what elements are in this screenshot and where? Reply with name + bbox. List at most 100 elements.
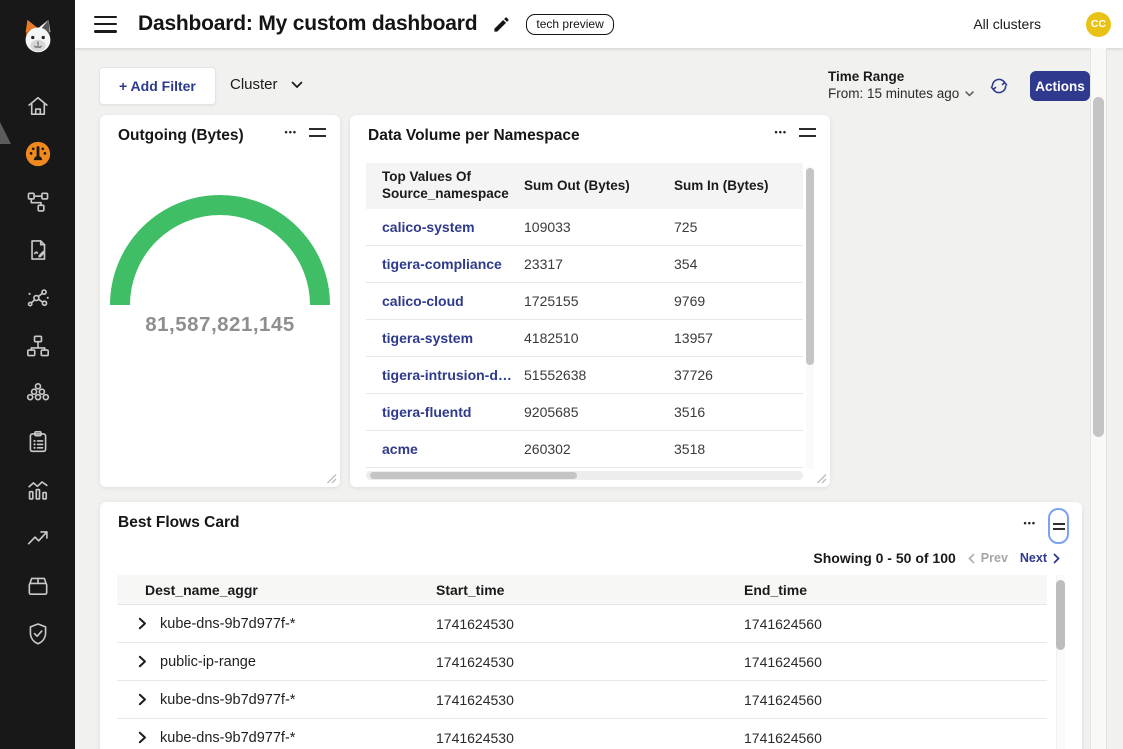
pagination-summary: Showing 0 - 50 of 100 bbox=[813, 550, 955, 566]
network-tree-icon bbox=[25, 333, 51, 359]
dest-name: kube-dns-9b7d977f-* bbox=[160, 616, 295, 632]
resize-handle-icon[interactable] bbox=[326, 473, 337, 484]
refresh-button[interactable] bbox=[989, 76, 1009, 96]
table-header-row: Top Values Of Source_namespace Sum Out (… bbox=[366, 163, 803, 209]
table-header-row: Dest_name_aggr Start_time End_time bbox=[117, 575, 1047, 605]
sidebar-item-compliance[interactable] bbox=[0, 418, 75, 466]
sidebar-item-image-assurance[interactable] bbox=[0, 562, 75, 610]
column-header: Sum In (Bytes) bbox=[674, 178, 803, 195]
time-range-dropdown[interactable]: From: 15 minutes ago bbox=[828, 86, 974, 101]
sidebar-item-timeline[interactable] bbox=[0, 514, 75, 562]
sidebar-item-policies[interactable] bbox=[0, 226, 75, 274]
package-box-icon bbox=[25, 573, 51, 599]
column-header: Start_time bbox=[436, 582, 744, 598]
dest-name: public-ip-range bbox=[160, 654, 256, 670]
page-title: Dashboard: My custom dashboard bbox=[138, 12, 477, 36]
namespace-link[interactable]: calico-cloud bbox=[382, 293, 524, 309]
expand-row-chevron-icon[interactable] bbox=[138, 617, 147, 630]
table-row: calico-cloud 1725155 9769 bbox=[366, 283, 803, 320]
sidebar-item-threat-defense[interactable] bbox=[0, 610, 75, 658]
sidebar-item-clusters[interactable] bbox=[0, 370, 75, 418]
drag-handle-icon[interactable] bbox=[309, 128, 326, 137]
pagination: Showing 0 - 50 of 100 Prev Next bbox=[813, 549, 1060, 567]
table-row: public-ip-range 1741624530 1741624560 bbox=[117, 643, 1047, 681]
table-row: tigera-fluentd 9205685 3516 bbox=[366, 394, 803, 431]
column-header: Dest_name_aggr bbox=[117, 582, 436, 598]
service-graph-icon bbox=[25, 189, 51, 215]
more-options-icon[interactable]: ••• bbox=[1024, 519, 1036, 528]
add-filter-button[interactable]: + Add Filter bbox=[99, 67, 216, 105]
chevron-down-icon bbox=[291, 81, 303, 89]
card-title: Outgoing (Bytes) bbox=[118, 127, 244, 145]
chart-logs-icon bbox=[25, 477, 51, 503]
gauge-arc bbox=[100, 155, 340, 325]
next-page-button[interactable]: Next bbox=[1020, 551, 1060, 565]
sidebar-item-endpoints[interactable] bbox=[0, 274, 75, 322]
policy-document-icon bbox=[25, 237, 51, 263]
table-row: calico-system 109033 725 bbox=[366, 209, 803, 246]
table-vertical-scrollbar[interactable] bbox=[806, 168, 814, 365]
card-title: Data Volume per Namespace bbox=[368, 127, 580, 145]
namespace-link[interactable]: tigera-compliance bbox=[382, 256, 524, 272]
expand-row-chevron-icon[interactable] bbox=[138, 693, 147, 706]
table-row: tigera-intrusion-d… 51552638 37726 bbox=[366, 357, 803, 394]
gauge-value: 81,587,821,145 bbox=[100, 313, 340, 337]
clipboard-icon bbox=[25, 429, 51, 455]
expand-row-chevron-icon[interactable] bbox=[138, 731, 147, 744]
drag-handle-icon[interactable] bbox=[799, 128, 816, 137]
more-options-icon[interactable]: ••• bbox=[775, 128, 787, 137]
table-row: acme 260302 3518 bbox=[366, 431, 803, 468]
user-avatar[interactable]: CC bbox=[1086, 12, 1111, 37]
calico-cat-logo-icon bbox=[17, 16, 59, 58]
resize-handle-icon[interactable] bbox=[816, 473, 827, 484]
sidebar-item-home[interactable] bbox=[0, 82, 75, 130]
table-row: kube-dns-9b7d977f-* 1741624530 174162456… bbox=[117, 719, 1047, 749]
sidebar-item-logs[interactable] bbox=[0, 466, 75, 514]
menu-hamburger-icon[interactable] bbox=[94, 16, 117, 33]
namespace-link[interactable]: tigera-intrusion-d… bbox=[382, 367, 524, 383]
dest-name: kube-dns-9b7d977f-* bbox=[160, 692, 295, 708]
more-options-icon[interactable]: ••• bbox=[285, 128, 297, 137]
best-flows-card: Best Flows Card ••• Showing 0 - 50 of 10… bbox=[100, 502, 1082, 749]
data-volume-card: Data Volume per Namespace ••• Top Values… bbox=[350, 115, 830, 487]
table-row: kube-dns-9b7d977f-* 1741624530 174162456… bbox=[117, 681, 1047, 719]
column-header: Top Values Of Source_namespace bbox=[382, 169, 524, 203]
refresh-icon bbox=[989, 76, 1009, 96]
home-icon bbox=[25, 93, 51, 119]
table-row: kube-dns-9b7d977f-* 1741624530 174162456… bbox=[117, 605, 1047, 643]
column-header: End_time bbox=[744, 582, 1047, 598]
outgoing-bytes-card: Outgoing (Bytes) ••• 81,587,821,145 bbox=[100, 115, 340, 487]
tech-preview-badge: tech preview bbox=[526, 14, 613, 35]
namespace-link[interactable]: calico-system bbox=[382, 219, 524, 235]
calico-logo[interactable] bbox=[0, 16, 75, 58]
trending-up-icon bbox=[25, 525, 51, 551]
column-header: Sum Out (Bytes) bbox=[524, 178, 674, 195]
namespace-link[interactable]: tigera-system bbox=[382, 330, 524, 346]
namespace-link[interactable]: acme bbox=[382, 441, 524, 457]
page-scrollbar[interactable] bbox=[1093, 97, 1104, 437]
pencil-icon bbox=[492, 15, 511, 34]
drag-handle-focused[interactable] bbox=[1048, 508, 1069, 544]
cluster-scope-selector[interactable]: All clusters bbox=[973, 16, 1041, 32]
cluster-filter-dropdown[interactable]: Cluster bbox=[230, 76, 303, 93]
chevron-left-icon bbox=[968, 553, 975, 564]
edit-dashboard-button[interactable] bbox=[492, 15, 511, 34]
shield-check-icon bbox=[25, 621, 51, 647]
expand-row-chevron-icon[interactable] bbox=[138, 655, 147, 668]
namespace-table: Top Values Of Source_namespace Sum Out (… bbox=[366, 163, 803, 468]
dashboard-gauge-icon bbox=[25, 141, 51, 167]
namespace-link[interactable]: tigera-fluentd bbox=[382, 404, 524, 420]
flows-table: Dest_name_aggr Start_time End_time kube-… bbox=[117, 575, 1047, 749]
cluster-circles-icon bbox=[25, 381, 51, 407]
actions-button[interactable]: Actions bbox=[1030, 71, 1090, 101]
time-range-block: Time Range From: 15 minutes ago bbox=[828, 69, 974, 101]
chevron-down-icon bbox=[965, 91, 974, 97]
table-vertical-scrollbar[interactable] bbox=[1056, 580, 1065, 650]
table-horizontal-scrollbar[interactable] bbox=[370, 472, 577, 479]
sidebar-item-service-graph[interactable] bbox=[0, 178, 75, 226]
table-row: tigera-compliance 23317 354 bbox=[366, 246, 803, 283]
sidebar-item-networks[interactable] bbox=[0, 322, 75, 370]
prev-page-button[interactable]: Prev bbox=[968, 551, 1008, 565]
chevron-right-icon bbox=[1053, 553, 1060, 564]
sidebar-item-dashboard-active[interactable] bbox=[0, 130, 75, 178]
